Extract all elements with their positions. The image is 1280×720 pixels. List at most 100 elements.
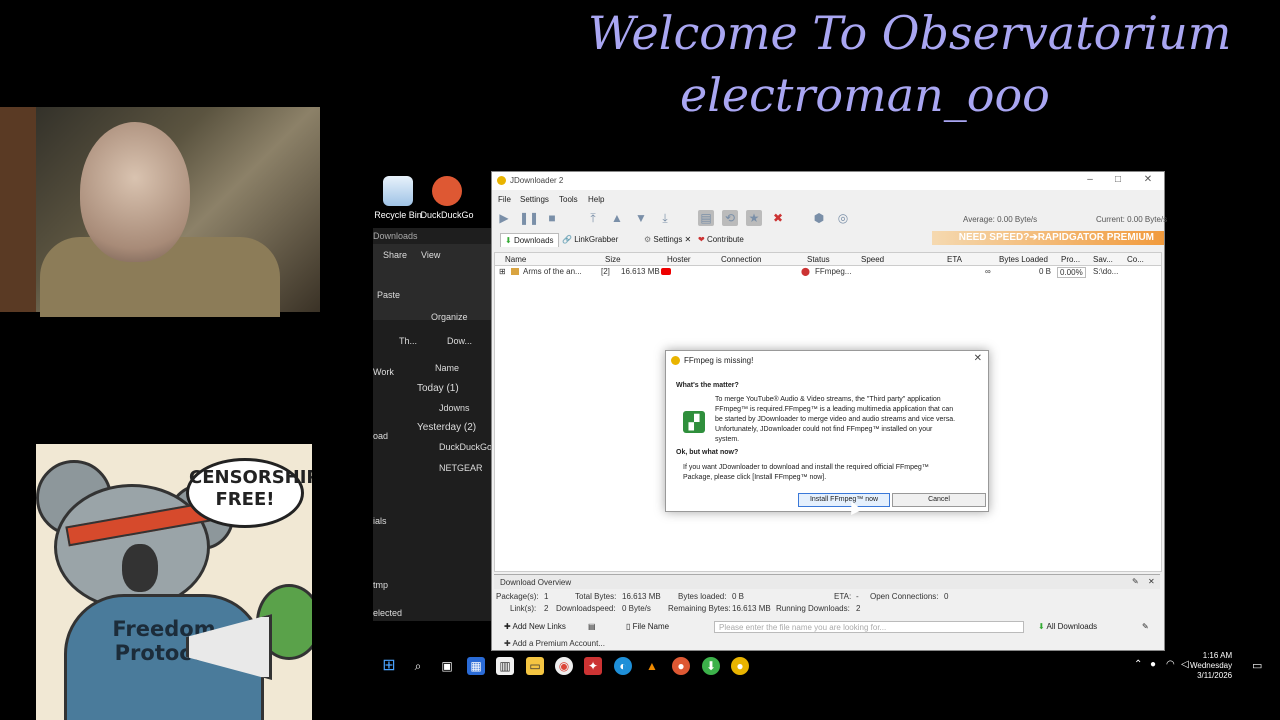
column-name[interactable]: Name <box>435 363 459 373</box>
column-speed[interactable]: Speed <box>861 255 884 264</box>
tab-view[interactable]: View <box>421 250 440 260</box>
close-overview-icon[interactable]: ✕ <box>1148 577 1155 586</box>
column-size[interactable]: Size <box>605 255 621 264</box>
system-clock[interactable]: 1:16 AM Wednesday 3/11/2026 <box>1190 651 1232 681</box>
move-bottom-icon[interactable]: ⤓ <box>657 210 673 226</box>
add-new-links-button[interactable]: ✚ Add New Links <box>504 622 566 631</box>
tab-linkgrabber[interactable]: 🔗 LinkGrabber <box>558 233 622 246</box>
pin-icon[interactable]: ✎ <box>1132 577 1139 586</box>
koala-poster-image: Freedom Protocol CENSORSHIP FREE! <box>36 444 312 720</box>
speech-bubble: CENSORSHIP FREE! <box>186 458 312 528</box>
move-up-icon[interactable]: ▲ <box>609 210 625 226</box>
tab-downloads[interactable]: ⬇ Downloads <box>500 233 559 247</box>
silent-mode-icon[interactable]: ✖ <box>770 210 786 226</box>
column-bytes-loaded[interactable]: Bytes Loaded <box>999 255 1048 264</box>
desktop-icon-recycle-bin[interactable]: Recycle Bin <box>370 176 426 220</box>
ffmpeg-icon: ▞ <box>683 411 705 433</box>
menu-icon[interactable]: ▤ <box>588 622 596 631</box>
microphone-icon[interactable]: ● <box>1150 659 1156 670</box>
group-today[interactable]: Today (1) <box>417 383 459 394</box>
cancel-button[interactable]: Cancel <box>892 493 986 507</box>
nav-item[interactable]: oad <box>373 431 388 441</box>
group-yesterday[interactable]: Yesterday (2) <box>417 422 476 433</box>
title-bar[interactable]: JDownloader 2 – □ ✕ <box>492 172 1164 190</box>
premium-icon[interactable]: ★ <box>746 210 762 226</box>
tools-icon[interactable]: ✎ <box>1142 622 1149 631</box>
store-icon[interactable]: ▥ <box>496 657 514 675</box>
menu-settings[interactable]: Settings <box>520 195 549 204</box>
list-item[interactable]: Jdowns <box>439 403 470 413</box>
start-icon[interactable]: ▶ <box>496 210 512 226</box>
package-name: Arms of the an... <box>523 267 582 276</box>
dialog-close-button[interactable]: ✕ <box>974 353 982 364</box>
pause-icon[interactable]: ❚❚ <box>519 210 539 226</box>
file-explorer-icon[interactable]: ▭ <box>526 657 544 675</box>
column-comment[interactable]: Co... <box>1127 255 1144 264</box>
search-icon[interactable]: ⌕ <box>409 657 427 675</box>
notifications-icon[interactable]: ▭ <box>1252 659 1262 672</box>
tab-contribute[interactable]: ❤ Contribute <box>694 233 748 246</box>
menu-file[interactable]: File <box>498 195 511 204</box>
organize-label: Organize <box>431 312 468 322</box>
warning-icon: ⬤ <box>801 267 810 276</box>
vlc-icon[interactable]: ▲ <box>643 657 661 675</box>
table-row[interactable]: ⊞ Arms of the an... [2] 16.613 MB ⬤ FFmp… <box>495 267 1161 278</box>
close-button[interactable]: ✕ <box>1138 174 1158 188</box>
widgets-icon[interactable]: ▦ <box>467 657 485 675</box>
remaining-bytes-label: Remaining Bytes: <box>668 604 731 613</box>
column-progress[interactable]: Pro... <box>1061 255 1080 264</box>
minimize-button[interactable]: – <box>1080 174 1100 188</box>
paste-button[interactable]: Paste <box>377 290 400 300</box>
windows-start-icon[interactable]: ⊞ <box>380 657 398 675</box>
file-name-dropdown[interactable]: ▯ File Name <box>626 622 669 631</box>
tab-settings[interactable]: ⚙ Settings ✕ <box>640 233 695 246</box>
column-connection[interactable]: Connection <box>721 255 761 264</box>
menu-help[interactable]: Help <box>588 195 604 204</box>
nav-item[interactable]: Work <box>373 367 394 377</box>
reconnect-icon[interactable]: ⟲ <box>722 210 738 226</box>
add-premium-account-link[interactable]: ✚ Add a Premium Account... <box>504 639 605 648</box>
eta-value: - <box>856 592 859 601</box>
menu-tools[interactable]: Tools <box>559 195 578 204</box>
tab-share[interactable]: Share <box>383 250 407 260</box>
install-ffmpeg-button[interactable]: Install FFmpeg™ now <box>798 493 890 507</box>
list-item[interactable]: NETGEAR <box>439 463 483 473</box>
column-hoster[interactable]: Hoster <box>667 255 691 264</box>
edge-icon[interactable]: ◐ <box>614 657 632 675</box>
column-status[interactable]: Status <box>807 255 830 264</box>
move-down-icon[interactable]: ▼ <box>633 210 649 226</box>
close-tab-icon[interactable]: ✕ <box>685 235 692 244</box>
chrome-icon[interactable]: ◉ <box>555 657 573 675</box>
desktop-icon-duckduckgo[interactable]: DuckDuckGo <box>419 176 475 220</box>
nav-item[interactable]: ials <box>373 516 387 526</box>
rapidgator-banner[interactable]: NEED SPEED?➔RAPIDGATOR PREMIUM <box>932 231 1164 245</box>
clipboard-icon[interactable]: ▤ <box>698 210 714 226</box>
breadcrumb-1[interactable]: Th... <box>399 336 417 346</box>
package-status: FFmpeg... <box>815 267 852 276</box>
maximize-button[interactable]: □ <box>1108 174 1128 188</box>
package-save-to: S:\do... <box>1093 267 1119 276</box>
banner-title: Welcome To Observatorium <box>588 6 1232 60</box>
jdownloader-logo-icon <box>671 356 680 365</box>
status-text: elected <box>373 608 403 618</box>
search-input[interactable]: Please enter the file name you are looki… <box>714 621 1024 633</box>
expand-icon[interactable]: ⊞ <box>499 267 506 276</box>
chevron-up-icon[interactable]: ⌃ <box>1134 659 1142 670</box>
task-view-icon[interactable]: ▣ <box>438 657 456 675</box>
update-icon[interactable]: ⬢ <box>811 210 827 226</box>
network-icon[interactable]: ◠ <box>1166 659 1175 670</box>
download-manager-icon[interactable]: ⬇ <box>702 657 720 675</box>
duckduckgo-taskbar-icon[interactable]: ● <box>672 657 690 675</box>
column-name[interactable]: Name <box>505 255 526 264</box>
globe-icon[interactable]: ◎ <box>835 210 851 226</box>
all-downloads-dropdown[interactable]: ⬇ All Downloads <box>1038 622 1097 631</box>
column-eta[interactable]: ETA <box>947 255 962 264</box>
stop-icon[interactable]: ■ <box>544 210 560 226</box>
move-top-icon[interactable]: ⤒ <box>585 210 601 226</box>
jdownloader-taskbar-icon[interactable]: ● <box>731 657 749 675</box>
breadcrumb-2[interactable]: Dow... <box>447 336 472 346</box>
app-icon[interactable]: ✦ <box>584 657 602 675</box>
column-save-to[interactable]: Sav... <box>1093 255 1113 264</box>
nav-item[interactable]: tmp <box>373 580 388 590</box>
volume-icon[interactable]: ◁ <box>1181 659 1189 670</box>
